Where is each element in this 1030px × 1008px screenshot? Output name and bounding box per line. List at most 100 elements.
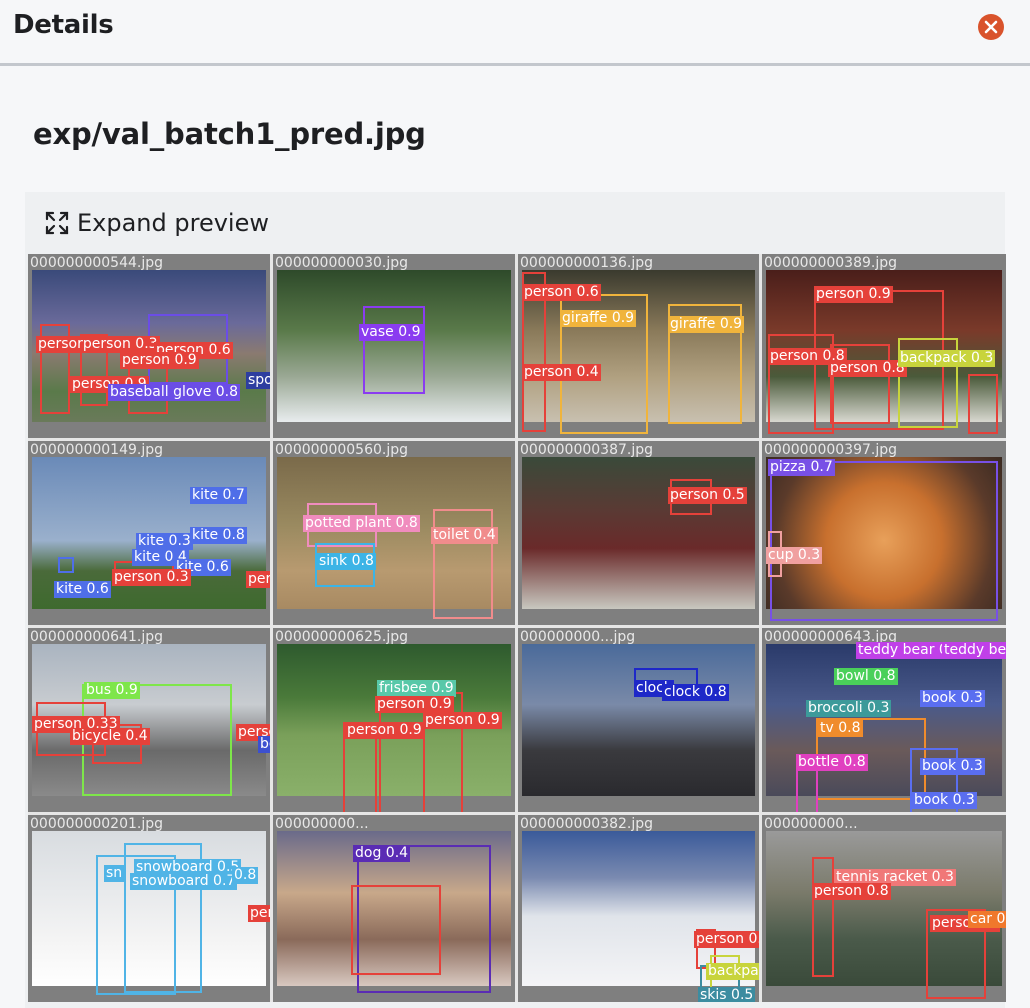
tile-photo [522,644,755,796]
mosaic-divider [515,254,518,1002]
detection-label: book 0.3 [920,758,985,775]
mosaic-tile: 000000000560.jpg potted plant 0.8 toilet 0… [273,441,515,625]
detection-label: potted plant 0.8 [303,515,420,532]
detection-label: kite 0.6 [54,581,111,598]
detection-box [968,374,998,434]
details-header: Details [0,0,1030,66]
detection-label: pizza 0.7 [768,459,835,476]
tile-filename: 000000000397.jpg [764,442,897,458]
mosaic-tile: 000000000030.jpg vase 0.9 [273,254,515,438]
mosaic-tile: 000000000382.jpg person 0.3 backpack 0.3 sk… [518,815,759,1002]
close-circle-icon [984,20,998,34]
detection-label: person 0.3 [112,569,191,586]
tile-filename: 000000000560.jpg [275,442,408,458]
details-title: Details [13,10,114,40]
mosaic-tile: 000000000201.jpg snowboard 0.5 snowboard 0… [28,815,270,1002]
detection-box [812,857,834,977]
detection-box [433,509,493,619]
mosaic-tile: 000000000397.jpg pizza 0.7 cup 0.3 [762,441,1006,625]
detection-label: bicycle 0.4 [70,728,150,745]
mosaic-tile: 000000000... dog 0.4 [273,815,515,1002]
detection-label: book 0.3 [912,792,977,809]
mosaic-tile: 000000000544.jpg persorperson 0.3 person 0… [28,254,270,438]
tile-filename: 000000000...jpg [520,629,636,645]
mosaic-tile: 000000000643.jpg teddy bear 0.5 teddy be bo… [762,628,1006,812]
tile-photo [522,457,755,609]
detection-label: person 0.9 [375,696,454,713]
detection-label: bench 0.3 [258,736,270,753]
tile-filename: 000000000... [764,816,858,832]
detection-label: teddy be [942,642,1006,659]
detection-label: sports ball 0.6 [246,372,270,389]
detection-label: giraffe 0.9 [560,310,637,327]
mosaic-tile: 000000000625.jpg frisbee 0.9 person 0.9 per… [273,628,515,812]
detection-label: backpack 0.3 [898,350,996,367]
mosaic-tile: 000000000...jpg clock clock 0.8 [518,628,759,812]
file-title: exp/val_batch1_pred.jpg [33,117,426,151]
detection-label: sn [104,865,125,882]
tile-filename: 000000000030.jpg [275,255,408,271]
detection-label: person 0.9 [814,286,893,303]
mosaic-tile: 000000000641.jpg bus 0.9 person 0.33 bicycl… [28,628,270,812]
detection-label: frisbee 0.9 [377,680,456,697]
detection-label: cup 0.3 [766,547,823,564]
detection-label: book 0.3 [920,690,985,707]
mosaic-tile: 000000000387.jpg person 0.5 [518,441,759,625]
detection-label: person 0.5 [668,487,747,504]
detection-label: bus 0.9 [84,682,140,699]
detection-label: toilet 0.4 [431,527,498,544]
detection-label: baseball glove 0.8 [108,384,241,401]
mosaic-tile: 000000000136.jpg person 0.6 giraffe 0.9 gir… [518,254,759,438]
mosaic-divider [270,254,273,1002]
close-button[interactable] [978,14,1004,40]
detection-label: person 0.8 [812,883,891,900]
tile-filename: 000000000544.jpg [30,255,163,271]
detection-label: car 0. [968,911,1006,928]
detection-label: person 0.9 [423,712,502,729]
detection-label: vase 0.9 [359,324,423,341]
detection-label: sink 0.8 [317,553,376,570]
detection-label: 0.8 [232,867,259,884]
tile-filename: 000000000641.jpg [30,629,163,645]
tile-filename: 000000000387.jpg [520,442,653,458]
detection-label: persorperson 0.3 [36,336,160,353]
detection-label: giraffe 0.9 [668,316,745,333]
mosaic-divider [28,812,1006,815]
detection-label: backpack 0.3 [706,963,759,980]
detection-label: person 0.6 [522,284,601,301]
detection-label: person 0.4 [246,571,270,588]
detection-label: bowl 0.8 [834,668,898,685]
detection-label: kite 0.7 [190,487,247,504]
detection-label: broccoli 0.3 [806,700,892,717]
expand-arrows-icon [45,211,69,235]
tile-filename: 000000000389.jpg [764,255,897,271]
mosaic-tile: 000000000... tennis racket 0.3 person 0.8 p… [762,815,1006,1002]
tile-filename: 000000000201.jpg [30,816,163,832]
tile-filename: 000000000136.jpg [520,255,653,271]
detection-label: kite 0.3 [136,533,193,550]
detection-label: bottle 0.8 [796,754,868,771]
mosaic-divider [759,254,762,1002]
tile-filename: 000000000382.jpg [520,816,653,832]
prediction-mosaic-image: 000000000544.jpg persorperson 0.3 person 0… [28,254,1006,1002]
mosaic-tile: 000000000149.jpg kite 0.7 kite 0.3 kite 0.8… [28,441,270,625]
detection-label: dog 0.4 [353,845,411,862]
detection-box [363,306,425,394]
expand-preview-button[interactable]: Expand preview [45,208,269,238]
mosaic-divider [28,625,1006,628]
tile-filename: 000000000625.jpg [275,629,408,645]
tile-filename: 000000000... [275,816,369,832]
detection-label: person 0.3 [694,931,759,948]
detection-box [351,885,441,975]
mosaic-divider [28,438,1006,441]
detection-label: snowboard 0.7 [130,873,238,890]
detection-label: kite 0.8 [190,527,247,544]
detection-label: person 0.36 [248,905,270,922]
detection-box [770,461,998,621]
expand-preview-label: Expand preview [77,209,269,237]
detection-label: clock 0.8 [662,684,729,701]
detection-box [58,557,74,573]
detection-label: skis 0.5 [698,987,756,1002]
mosaic-tile: 000000000389.jpg person 0.9 person 0.8 pers… [762,254,1006,438]
detection-label: person 0.4 [522,364,601,381]
